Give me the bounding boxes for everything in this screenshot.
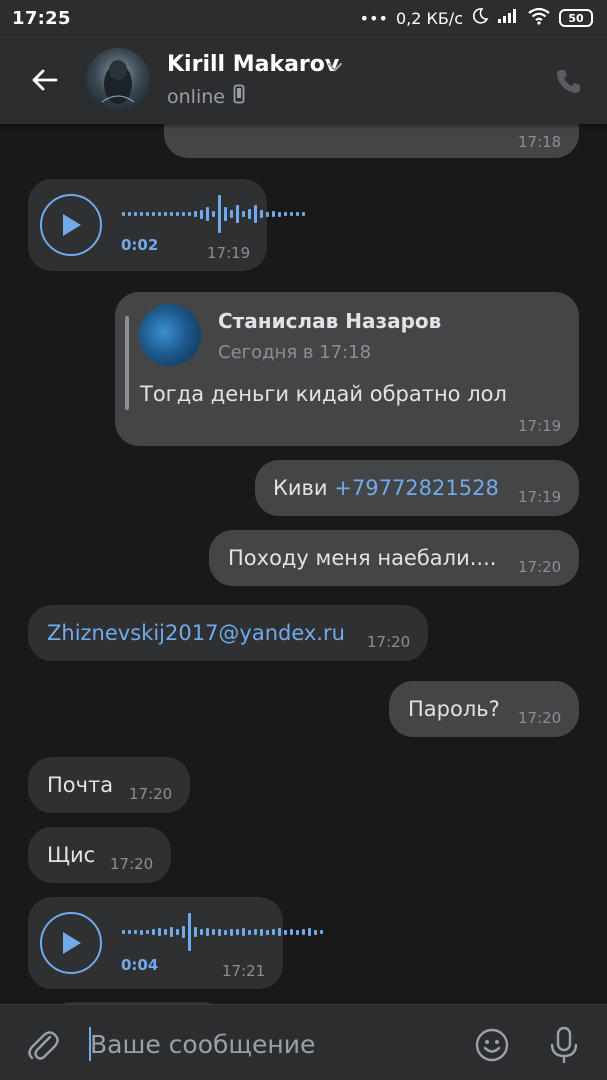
message-text: Походу меня наебали.... [228, 546, 497, 570]
message-list[interactable]: 17:18 0:02 17:19 Станислав Назаров Сегод… [0, 124, 607, 1004]
message-incoming[interactable]: Щис 17:20 [28, 827, 171, 883]
message-text: Щис [47, 843, 96, 867]
message-time: 17:20 [518, 709, 562, 727]
status-indicators: ••• 0,2 КБ/с 50 [360, 7, 593, 29]
message-time: 17:20 [518, 558, 562, 576]
message-time: 17:20 [129, 785, 173, 803]
message-outgoing[interactable]: 17:18 [164, 124, 579, 158]
message-outgoing[interactable]: Походу меня наебали.... 17:20 [209, 530, 579, 586]
phone-link[interactable]: +79772821528 [334, 476, 499, 500]
chat-header: Kirill Makarov online [0, 36, 607, 124]
contact-status: online [167, 84, 245, 109]
message-incoming[interactable]: Zhiznevskij2017@yandex.ru 17:20 [28, 605, 428, 661]
signal-icon [497, 8, 519, 28]
status-time: 17:25 [12, 7, 71, 29]
status-bar: 17:25 ••• 0,2 КБ/с 50 [0, 0, 607, 36]
paperclip-icon[interactable] [26, 1027, 60, 1067]
voice-waveform[interactable] [122, 194, 305, 234]
message-time: 17:20 [367, 633, 411, 651]
emoji-icon[interactable] [474, 1027, 510, 1067]
wifi-icon [527, 7, 551, 29]
play-button[interactable] [40, 194, 102, 256]
phone-icon[interactable] [554, 66, 584, 96]
message-time: 17:20 [110, 855, 154, 873]
email-link[interactable]: Zhiznevskij2017@yandex.ru [47, 621, 345, 645]
message-time: 17:18 [518, 133, 562, 151]
reply-author[interactable]: Станислав Назаров [218, 309, 441, 333]
contact-name[interactable]: Kirill Makarov [167, 52, 339, 77]
status-text: online [167, 85, 225, 108]
message-input[interactable] [90, 1019, 450, 1069]
message-outgoing[interactable]: Пароль? 17:20 [389, 681, 579, 737]
reply-avatar[interactable] [139, 304, 201, 366]
status-dots: ••• [359, 8, 388, 28]
message-composer [0, 1004, 607, 1080]
message-text: Киви +79772821528 [273, 476, 499, 500]
play-button[interactable] [40, 912, 102, 974]
message-text: Почта [47, 773, 114, 797]
mobile-icon [233, 84, 245, 109]
network-speed: 0,2 КБ/с [395, 8, 463, 28]
back-arrow-icon[interactable] [24, 60, 64, 100]
message-outgoing[interactable]: Киви +79772821528 17:19 [255, 460, 579, 516]
chevron-down-icon[interactable] [326, 58, 344, 77]
message-time: 17:19 [518, 417, 562, 435]
message-outgoing-reply[interactable]: Станислав Назаров Сегодня в 17:18 Тогда … [115, 292, 579, 446]
message-time: 17:19 [207, 244, 251, 262]
chat-screen: 17:25 ••• 0,2 КБ/с 50 Kirill Makarov onl… [0, 0, 607, 1080]
reply-date: Сегодня в 17:18 [218, 342, 372, 363]
voice-message-incoming[interactable]: 0:02 17:19 [28, 179, 305, 271]
voice-duration: 0:04 [121, 956, 159, 974]
message-incoming[interactable]: Почта 17:20 [28, 757, 190, 813]
reply-quote-bar [125, 316, 129, 410]
message-time: 17:21 [222, 962, 266, 980]
voice-waveform[interactable] [122, 912, 323, 952]
voice-duration: 0:02 [121, 236, 159, 254]
contact-avatar[interactable] [86, 48, 150, 112]
message-prefix: Киви [273, 476, 335, 500]
microphone-icon[interactable] [547, 1025, 581, 1069]
message-text: Пароль? [408, 697, 500, 721]
message-text: Тогда деньги кидай обратно лол [140, 382, 507, 406]
moon-icon [471, 7, 489, 29]
battery-indicator: 50 [559, 9, 593, 27]
voice-message-incoming[interactable]: 0:04 17:21 [28, 897, 323, 989]
message-time: 17:19 [518, 488, 562, 506]
